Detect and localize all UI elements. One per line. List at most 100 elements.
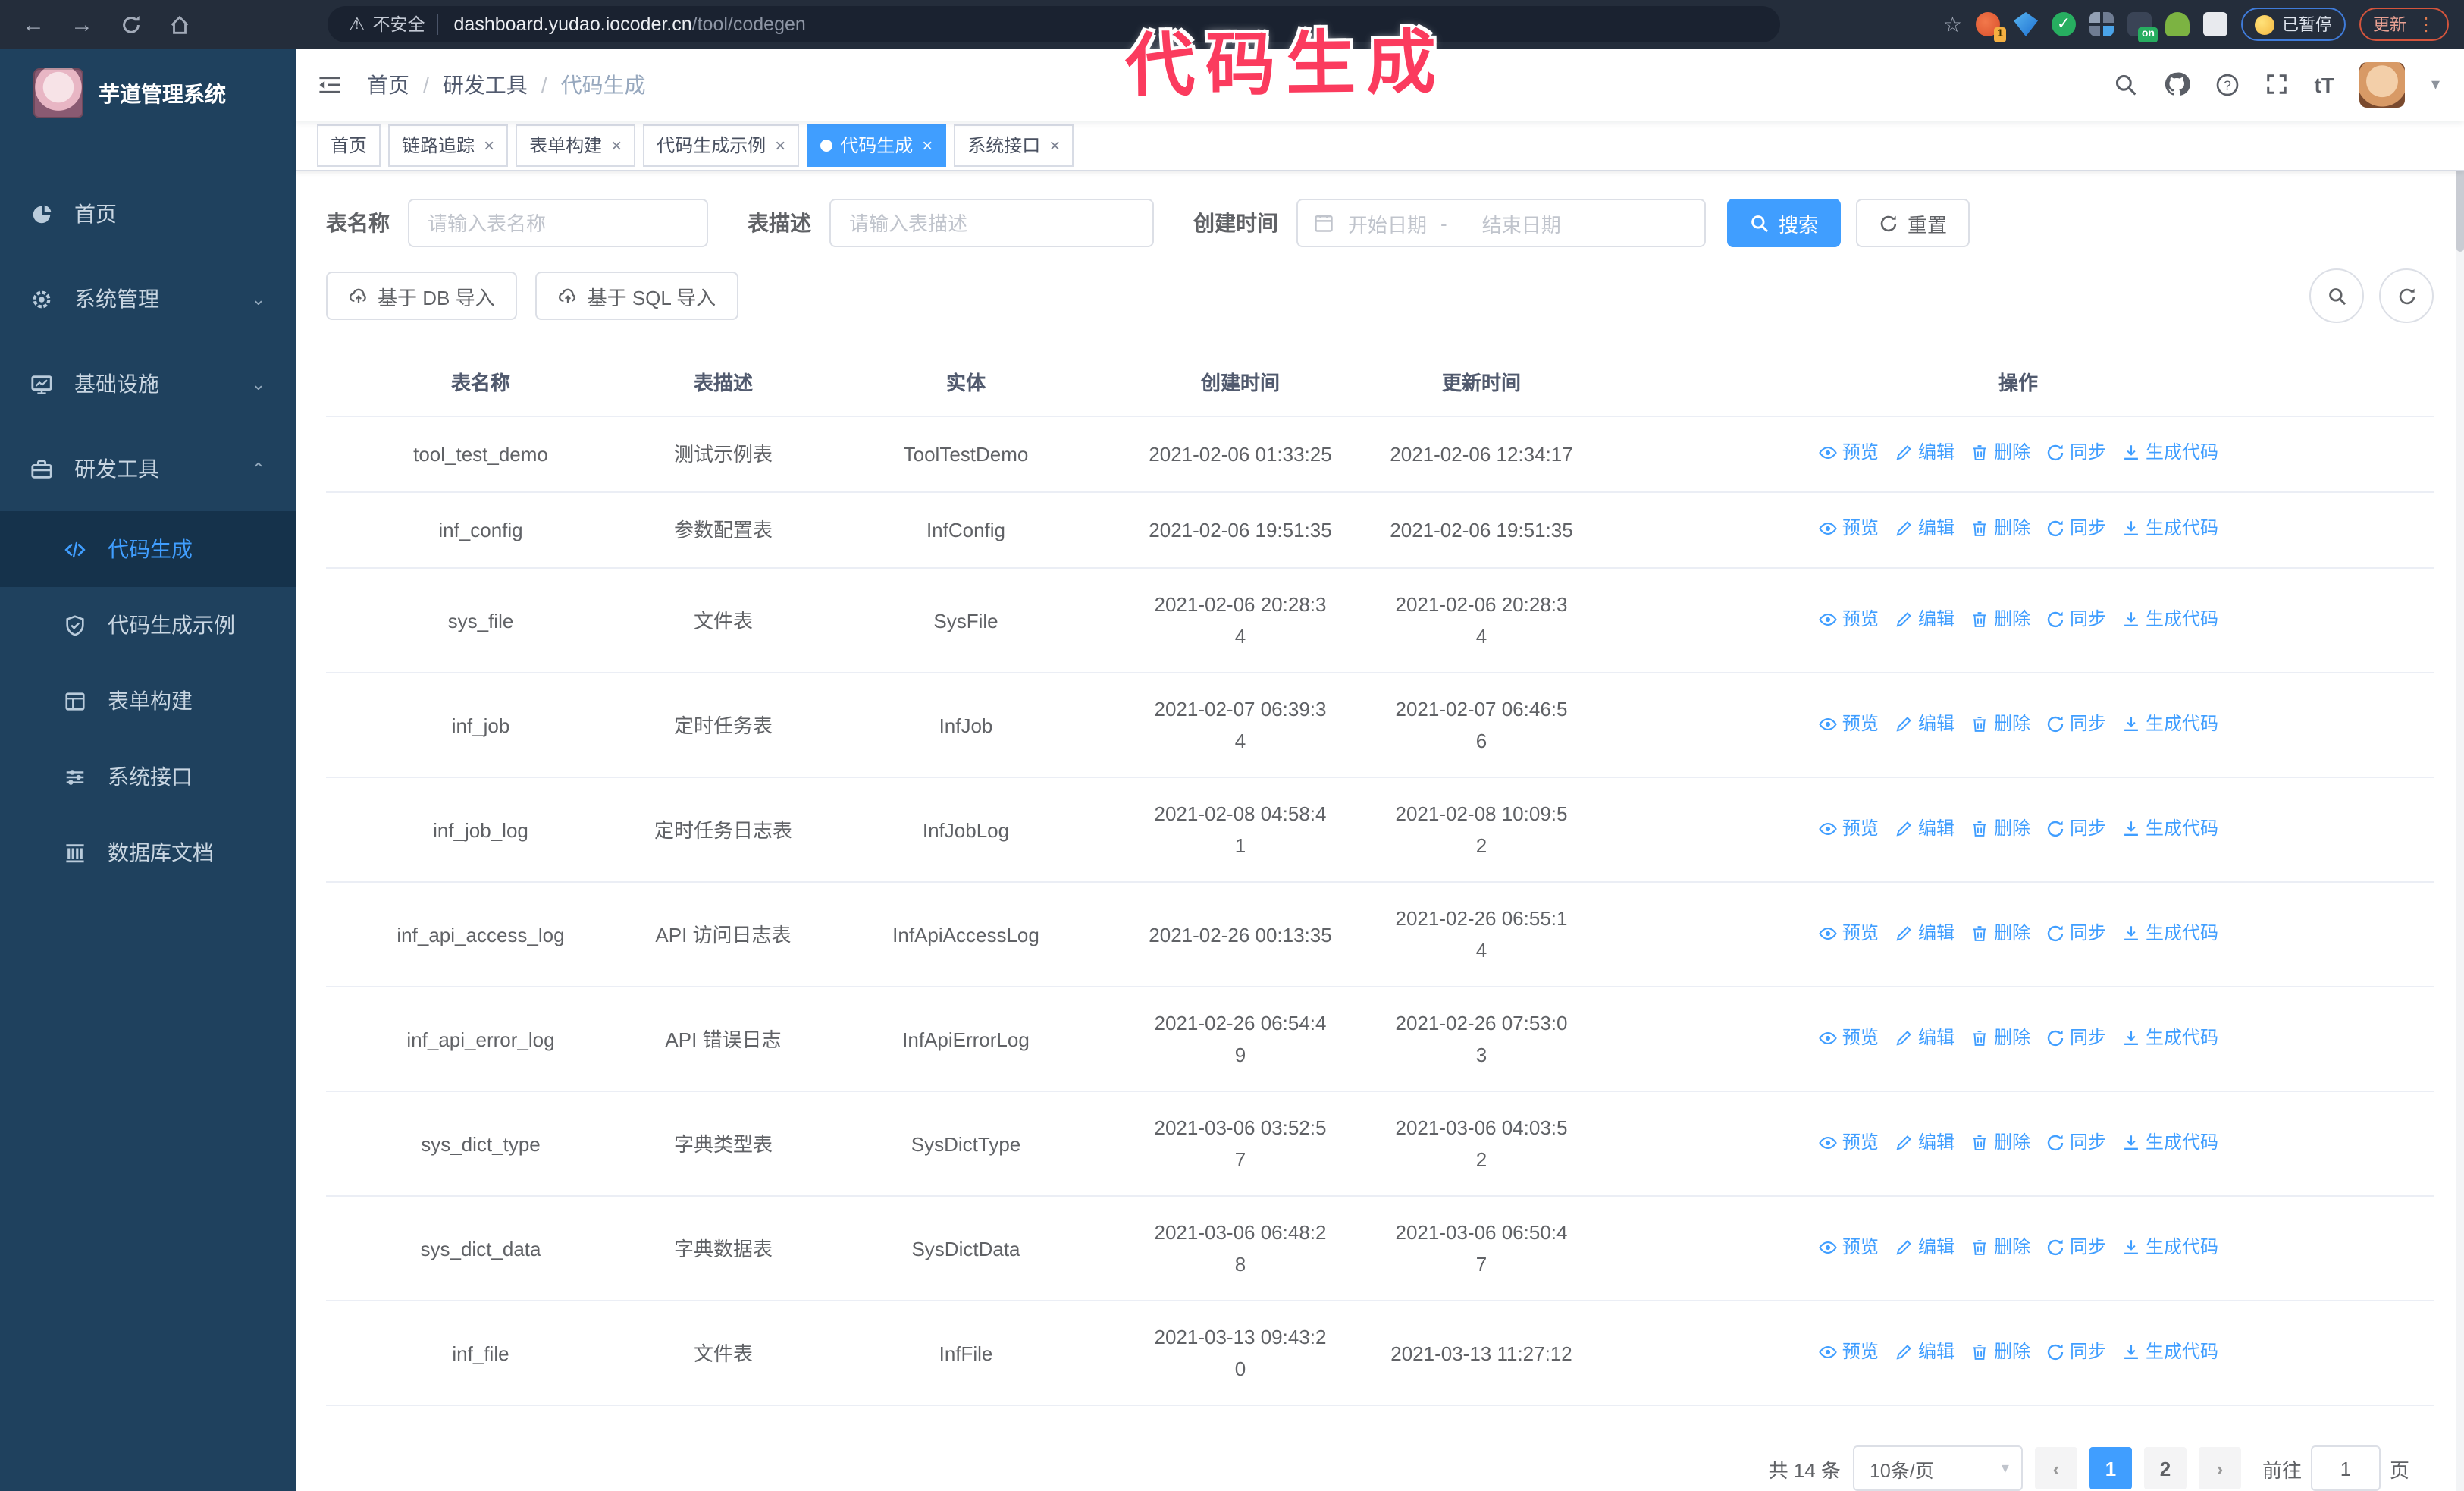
action-sync-link[interactable]: 同步 — [2045, 603, 2106, 635]
action-delete-link[interactable]: 删除 — [1970, 1336, 2030, 1367]
sidebar-item-6[interactable]: 表单构建 — [0, 663, 296, 739]
action-download-link[interactable]: 生成代码 — [2121, 1126, 2218, 1158]
page-button-1[interactable]: 1 — [2089, 1447, 2132, 1489]
import-db-button[interactable]: 基于 DB 导入 — [326, 272, 518, 320]
action-sync-link[interactable]: 同步 — [2045, 812, 2106, 844]
action-sync-link[interactable]: 同步 — [2045, 1022, 2106, 1053]
extension-puzzle-icon[interactable] — [2203, 12, 2227, 36]
tab-0[interactable]: 首页 — [317, 124, 381, 167]
action-eye-link[interactable]: 预览 — [1818, 513, 1879, 545]
action-eye-link[interactable]: 预览 — [1818, 1126, 1879, 1158]
close-icon[interactable]: × — [484, 135, 494, 156]
action-sync-link[interactable]: 同步 — [2045, 917, 2106, 949]
sidebar-item-1[interactable]: 系统管理 ⌄ — [0, 256, 296, 341]
action-delete-link[interactable]: 删除 — [1970, 708, 2030, 739]
tab-1[interactable]: 链路追踪 × — [388, 124, 509, 167]
action-edit-link[interactable]: 编辑 — [1894, 437, 1955, 469]
extension-gem-icon[interactable] — [2014, 12, 2038, 36]
browser-reload-icon[interactable] — [112, 6, 149, 42]
hamburger-icon[interactable] — [317, 74, 343, 96]
action-delete-link[interactable]: 删除 — [1970, 1231, 2030, 1263]
extension-check-icon[interactable]: ✓ — [2052, 12, 2076, 36]
breadcrumb-devtools[interactable]: 研发工具 — [443, 70, 528, 100]
next-page-button[interactable]: › — [2198, 1447, 2241, 1489]
action-download-link[interactable]: 生成代码 — [2121, 708, 2218, 739]
browser-forward-icon[interactable]: → — [64, 6, 100, 42]
action-download-link[interactable]: 生成代码 — [2121, 437, 2218, 469]
action-sync-link[interactable]: 同步 — [2045, 1126, 2106, 1158]
breadcrumb-home[interactable]: 首页 — [367, 70, 409, 100]
action-download-link[interactable]: 生成代码 — [2121, 1336, 2218, 1367]
scrollbar[interactable] — [2456, 49, 2464, 1491]
extension-android-icon[interactable] — [2165, 12, 2190, 36]
help-icon[interactable]: ? — [2216, 73, 2240, 97]
table-name-input[interactable] — [408, 199, 708, 247]
tab-5[interactable]: 系统接口 × — [954, 124, 1074, 167]
action-sync-link[interactable]: 同步 — [2045, 708, 2106, 739]
sidebar-item-2[interactable]: 基础设施 ⌄ — [0, 341, 296, 426]
action-sync-link[interactable]: 同步 — [2045, 1336, 2106, 1367]
action-edit-link[interactable]: 编辑 — [1894, 1336, 1955, 1367]
kebab-menu-icon[interactable]: ⋮ — [2417, 14, 2435, 35]
close-icon[interactable]: × — [611, 135, 622, 156]
extension-dark-icon[interactable]: on — [2127, 12, 2158, 42]
action-download-link[interactable]: 生成代码 — [2121, 603, 2218, 635]
extension-grid-icon[interactable] — [2089, 12, 2114, 36]
action-eye-link[interactable]: 预览 — [1818, 1022, 1879, 1053]
close-icon[interactable]: × — [922, 135, 933, 156]
sidebar-item-8[interactable]: 数据库文档 — [0, 815, 296, 890]
action-download-link[interactable]: 生成代码 — [2121, 812, 2218, 844]
sidebar-logo-row[interactable]: 芋道管理系统 — [0, 49, 296, 138]
tab-3[interactable]: 代码生成示例 × — [643, 124, 800, 167]
action-download-link[interactable]: 生成代码 — [2121, 513, 2218, 545]
tab-2[interactable]: 表单构建 × — [516, 124, 636, 167]
toggle-search-button[interactable] — [2309, 268, 2364, 323]
action-sync-link[interactable]: 同步 — [2045, 437, 2106, 469]
action-delete-link[interactable]: 删除 — [1970, 1126, 2030, 1158]
search-button[interactable]: 搜索 — [1727, 199, 1842, 247]
caret-down-icon[interactable]: ▾ — [2431, 75, 2440, 95]
create-time-range-picker[interactable]: 开始日期 - 结束日期 — [1296, 199, 1706, 247]
browser-home-icon[interactable] — [161, 6, 197, 42]
browser-update-button[interactable]: 更新 ⋮ — [2359, 8, 2449, 41]
sidebar-item-5[interactable]: 代码生成示例 — [0, 587, 296, 663]
action-delete-link[interactable]: 删除 — [1970, 812, 2030, 844]
action-edit-link[interactable]: 编辑 — [1894, 1126, 1955, 1158]
action-delete-link[interactable]: 删除 — [1970, 917, 2030, 949]
action-download-link[interactable]: 生成代码 — [2121, 1022, 2218, 1053]
action-sync-link[interactable]: 同步 — [2045, 513, 2106, 545]
action-eye-link[interactable]: 预览 — [1818, 1231, 1879, 1263]
table-desc-input[interactable] — [829, 199, 1154, 247]
action-edit-link[interactable]: 编辑 — [1894, 708, 1955, 739]
action-download-link[interactable]: 生成代码 — [2121, 1231, 2218, 1263]
bookmark-star-icon[interactable]: ☆ — [1943, 11, 1962, 37]
action-eye-link[interactable]: 预览 — [1818, 1336, 1879, 1367]
action-edit-link[interactable]: 编辑 — [1894, 812, 1955, 844]
action-delete-link[interactable]: 删除 — [1970, 513, 2030, 545]
action-download-link[interactable]: 生成代码 — [2121, 917, 2218, 949]
profile-paused-pill[interactable]: 已暂停 — [2241, 8, 2346, 41]
action-edit-link[interactable]: 编辑 — [1894, 513, 1955, 545]
action-edit-link[interactable]: 编辑 — [1894, 1022, 1955, 1053]
browser-back-icon[interactable]: ← — [15, 6, 52, 42]
fullscreen-icon[interactable] — [2266, 74, 2289, 96]
action-eye-link[interactable]: 预览 — [1818, 812, 1879, 844]
action-edit-link[interactable]: 编辑 — [1894, 603, 1955, 635]
sidebar-item-4[interactable]: 代码生成 — [0, 511, 296, 587]
refresh-table-button[interactable] — [2379, 268, 2434, 323]
page-size-select[interactable]: 10条/页 ▾ — [1852, 1445, 2023, 1491]
action-delete-link[interactable]: 删除 — [1970, 603, 2030, 635]
sidebar-item-3[interactable]: 研发工具 ⌃ — [0, 426, 296, 511]
close-icon[interactable]: × — [775, 135, 785, 156]
reset-button[interactable]: 重置 — [1856, 199, 1970, 247]
action-eye-link[interactable]: 预览 — [1818, 917, 1879, 949]
goto-page-input[interactable] — [2310, 1445, 2381, 1491]
extension-orange-icon[interactable]: 1 — [1976, 12, 2006, 42]
import-sql-button[interactable]: 基于 SQL 导入 — [535, 272, 739, 320]
action-delete-link[interactable]: 删除 — [1970, 1022, 2030, 1053]
sidebar-item-0[interactable]: 首页 — [0, 171, 296, 256]
tab-4[interactable]: 代码生成 × — [807, 124, 947, 167]
search-icon[interactable] — [2114, 73, 2139, 97]
action-sync-link[interactable]: 同步 — [2045, 1231, 2106, 1263]
action-eye-link[interactable]: 预览 — [1818, 603, 1879, 635]
